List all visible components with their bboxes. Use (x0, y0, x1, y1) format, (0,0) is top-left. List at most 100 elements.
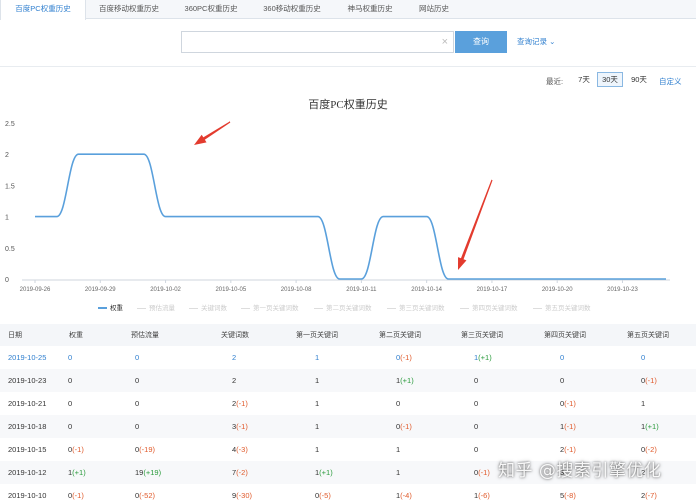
value-cell: 0 (135, 369, 139, 392)
legend-swatch (533, 307, 542, 309)
value-cell: 0 (-52) (135, 484, 155, 500)
legend-swatch (314, 307, 323, 309)
value-cell: 1 (+1) (68, 461, 86, 484)
value-cell: 1 (315, 369, 319, 392)
legend-label: 第二页关键词数 (326, 305, 372, 312)
value-text: 1 (315, 399, 320, 408)
legend-item-page1[interactable]: 第一页关键词数 (241, 302, 299, 312)
value-text: 0 (560, 376, 565, 385)
legend-item-page5[interactable]: 第五页关键词数 (533, 302, 591, 312)
change-text: (-2) (236, 468, 248, 477)
value-text: 1 (315, 422, 320, 431)
value-cell: 1 (396, 461, 400, 484)
legend-swatch (460, 307, 469, 309)
x-tick-label: 2019-10-05 (215, 287, 246, 293)
value-cell: 1 (315, 392, 319, 415)
value-cell: 3 (-1) (232, 415, 248, 438)
change-text: (+1) (478, 353, 492, 362)
value-cell: 1 (+1) (641, 415, 659, 438)
value-cell: 0 (-1) (396, 346, 412, 369)
column-header: 第二页关键词 (379, 332, 421, 339)
legend-swatch (137, 307, 146, 309)
value-cell: 1 (+1) (396, 369, 414, 392)
change-text: (-1) (478, 468, 490, 477)
x-tick-label: 2019-10-11 (346, 287, 377, 293)
value-text: 0 (396, 399, 401, 408)
legend-item-page2[interactable]: 第二页关键词数 (314, 302, 372, 312)
weight-line-chart: 0 0.5 1 1.5 2 2.5 2019-09-26 2019-09-29 2019-10-… (5, 121, 670, 293)
x-tick-label: 2019-09-29 (85, 287, 116, 293)
value-text: 2 (232, 376, 237, 385)
column-header: 权重 (69, 332, 83, 339)
change-text: (-3) (236, 445, 248, 454)
change-text: (-1) (72, 445, 84, 454)
date-text[interactable]: 2019-10-25 (8, 353, 46, 362)
column-header: 预估流量 (131, 332, 159, 339)
value-cell: 0 (68, 369, 72, 392)
date-cell[interactable]: 2019-10-25 (8, 346, 46, 369)
value-cell: 2 (232, 346, 236, 369)
value-cell: 1 (+1) (315, 461, 333, 484)
legend-item-traffic[interactable]: 预估流量 (137, 302, 175, 312)
value-cell: 0 (-1) (474, 461, 490, 484)
y-tick-label: 0.5 (5, 246, 15, 253)
change-text: (+1) (645, 422, 659, 431)
legend-item-weight[interactable]: 权重 (98, 302, 123, 312)
change-text: (-6) (478, 491, 490, 500)
change-text: (-4) (400, 491, 412, 500)
value-text: 1 (315, 353, 320, 362)
annotation-arrow (194, 121, 231, 145)
value-cell: 0 (135, 346, 139, 369)
legend-item-keywords[interactable]: 关键词数 (189, 302, 227, 312)
value-cell: 1 (-1) (560, 415, 576, 438)
value-text: 1 (396, 445, 401, 454)
value-cell: 1 (396, 438, 400, 461)
table-row: 2019-10-21 0 0 2 (-1) 1 0 0 0 (-1) 1 (0, 392, 696, 415)
table-header-row: 日期 权重 预估流量 关键词数 第一页关键词 第二页关键词 第三页关键词 第四页关键词 第五页关… (0, 324, 696, 346)
value-text: 0 (68, 422, 73, 431)
change-text: (-1) (400, 353, 412, 362)
value-cell: 0 (68, 392, 72, 415)
legend-label: 第一页关键词数 (253, 305, 299, 312)
legend-swatch (98, 307, 107, 310)
value-text: 0 (474, 422, 479, 431)
annotation-arrow (458, 179, 493, 270)
value-cell: 2 (-1) (232, 392, 248, 415)
value-cell: 1 (315, 415, 319, 438)
column-header: 第一页关键词 (296, 332, 338, 339)
x-tick-label: 2019-10-14 (411, 287, 442, 293)
x-tick-label: 2019-10-02 (150, 287, 181, 293)
legend-label: 权重 (110, 305, 123, 312)
date-cell: 2019-10-18 (8, 415, 46, 438)
value-text: 1 (315, 445, 320, 454)
x-tick-label: 2019-10-08 (281, 287, 312, 293)
value-text: 0 (68, 376, 73, 385)
date-cell: 2019-10-12 (8, 461, 46, 484)
change-text: (-1) (564, 445, 576, 454)
date-text: 2019-10-23 (8, 376, 47, 385)
value-cell: 0 (474, 392, 478, 415)
value-text: 1 (396, 468, 401, 477)
value-cell: 0 (-19) (135, 438, 155, 461)
change-text: (-8) (564, 491, 576, 500)
value-cell: 1 (315, 346, 319, 369)
legend-swatch (387, 307, 396, 309)
value-cell: 0 (-5) (315, 484, 331, 500)
value-cell: 0 (641, 346, 645, 369)
y-tick-label: 0 (5, 277, 9, 284)
value-cell: 0 (474, 369, 478, 392)
value-cell: 1 (+1) (474, 346, 492, 369)
legend-item-page3[interactable]: 第三页关键词数 (387, 302, 445, 312)
change-text: (-19) (139, 445, 156, 454)
value-cell: 0 (-1) (68, 438, 84, 461)
value-cell: 0 (560, 346, 564, 369)
x-tick-label: 2019-10-20 (542, 287, 573, 293)
date-cell: 2019-10-21 (8, 392, 46, 415)
value-text: 0 (560, 353, 565, 362)
value-text: 0 (641, 353, 646, 362)
change-text: (-1) (564, 422, 576, 431)
legend-item-page4[interactable]: 第四页关键词数 (460, 302, 518, 312)
legend-label: 预估流量 (149, 305, 175, 312)
column-header: 关键词数 (221, 332, 249, 339)
date-text: 2019-10-15 (8, 445, 47, 454)
